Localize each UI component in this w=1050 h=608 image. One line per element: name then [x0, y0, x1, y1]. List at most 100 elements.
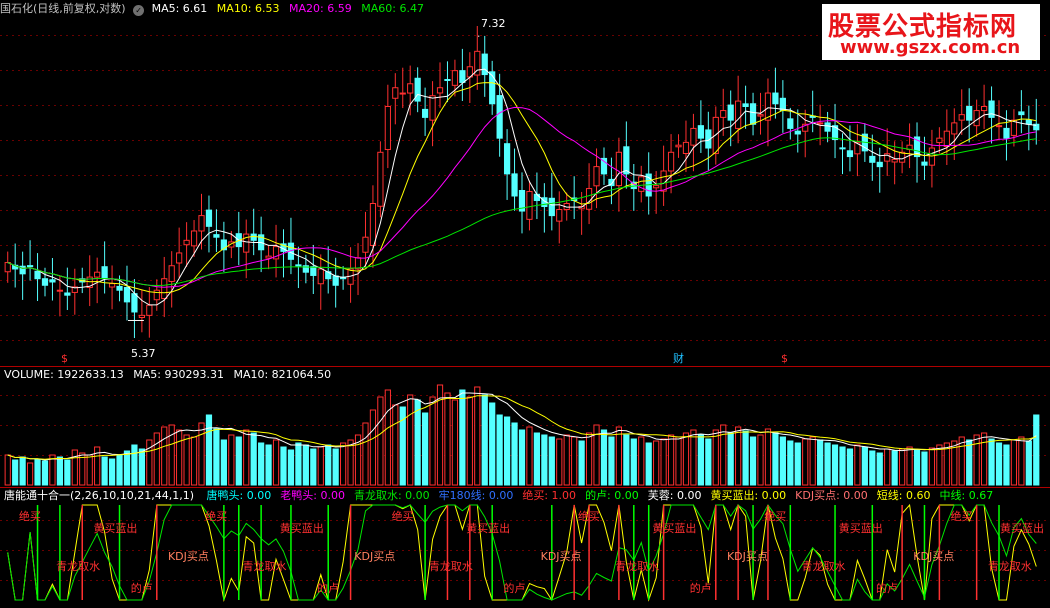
candle-body: [138, 314, 145, 318]
candle-body: [146, 304, 153, 316]
volume-bar: [690, 429, 697, 486]
candle-body: [116, 285, 123, 291]
volume-bar: [131, 444, 138, 486]
candle-body: [407, 83, 414, 94]
volume-bar: [518, 429, 526, 486]
volume-bar: [34, 458, 41, 486]
volume-bar: [712, 429, 719, 486]
candle-body: [190, 230, 198, 247]
volume-bar: [876, 452, 883, 486]
volume-bar: [4, 454, 11, 486]
candle-body: [928, 147, 936, 166]
price-panel-header: 国石化(日线,前复权,对数) ✓ MA5: 6.61 MA10: 6.53 MA…: [0, 2, 424, 16]
signal-label: 黄买蓝出: [1000, 522, 1044, 535]
volume-bar: [317, 446, 324, 486]
volume-bar: [213, 428, 220, 486]
volume-bar: [928, 447, 936, 486]
volume-bar: [936, 444, 943, 486]
signal-label: 绝买: [764, 510, 787, 523]
candle-body: [168, 265, 175, 282]
ma20-legend: MA20: 6.59: [289, 2, 352, 15]
candle-body: [131, 293, 138, 313]
volume-bar: [921, 451, 928, 486]
candle-body: [720, 110, 727, 118]
volume-bar: [802, 438, 809, 486]
indicator-legend-item: 青龙取水: 0.00: [353, 489, 430, 502]
candle-body: [548, 197, 555, 217]
candle-body: [41, 278, 49, 286]
dividend-marker[interactable]: $: [61, 352, 68, 366]
candle-body: [638, 176, 645, 192]
signal-label: 黄买蓝出: [652, 522, 697, 535]
candle-body: [876, 161, 883, 168]
volume-bar: [459, 389, 466, 486]
candle-body: [64, 292, 71, 296]
stock-title: 国石化(日线,前复权,对数): [0, 2, 126, 15]
volume-bar: [958, 436, 965, 486]
ma5-legend: MA5: 6.61: [151, 2, 208, 15]
volume-bar: [481, 394, 488, 486]
candle-body: [1003, 127, 1010, 139]
candle-body: [153, 289, 160, 301]
volume-bar: [735, 426, 742, 486]
candle-body: [429, 95, 436, 121]
candle-body: [399, 92, 406, 95]
volume-bar: [854, 444, 861, 486]
volume-bar: [899, 448, 906, 486]
volume-bar: [250, 432, 257, 486]
candle-body: [392, 87, 399, 99]
volume-bar: [138, 448, 145, 486]
candle-body: [846, 150, 854, 158]
candle-body: [198, 215, 205, 232]
candle-body: [667, 151, 675, 172]
volume-bar: [503, 416, 511, 486]
candle-body: [1025, 119, 1032, 125]
candle-body: [496, 95, 503, 139]
volume-bar: [12, 459, 19, 486]
chart-canvas: [0, 25, 1050, 602]
volume-bar: [1033, 414, 1040, 486]
candle-body: [958, 114, 965, 121]
volume-bar: [794, 442, 801, 486]
candle-body: [869, 155, 876, 163]
volume-bar: [369, 409, 377, 486]
candle-body: [615, 151, 623, 187]
indicator-name: 唐能通十合一(2,26,10,10,21,44,1,1): [4, 489, 195, 502]
candle-body: [459, 70, 466, 83]
settings-circle-icon[interactable]: ✓: [133, 5, 145, 16]
signal-label: 的卢: [503, 582, 526, 595]
candle-body: [839, 147, 846, 150]
volume-bar: [183, 434, 190, 486]
volume-bar: [1003, 444, 1010, 486]
dividend-marker-2[interactable]: $: [781, 352, 788, 366]
candle-body: [675, 144, 682, 148]
volume-bar: [749, 436, 757, 486]
finance-marker[interactable]: 财: [673, 352, 684, 366]
volume-bar: [429, 396, 436, 486]
volume-bar: [176, 429, 183, 486]
volume-bar: [861, 446, 868, 486]
candle-body: [757, 114, 764, 117]
candle-body: [56, 289, 64, 292]
ma60-legend: MA60: 6.47: [361, 2, 424, 15]
volume-bar: [541, 434, 548, 486]
candle-body: [444, 79, 451, 82]
volume-bar: [563, 434, 570, 486]
candle-body: [362, 236, 369, 253]
volume-bar: [824, 442, 831, 486]
signal-label: 青龙取水: [615, 560, 660, 573]
volume-bar: [101, 456, 108, 486]
volume-bar: [265, 444, 272, 486]
candle-body: [1018, 111, 1025, 116]
candle-body: [921, 161, 928, 166]
watermark-logo: 股票公式指标网 www.gszx.com.cn: [822, 4, 1040, 60]
signal-label: 的卢: [317, 582, 340, 595]
signal-label: 的卢: [876, 582, 899, 595]
volume-bar: [116, 454, 123, 486]
candle-body: [995, 125, 1003, 128]
candle-body: [712, 116, 719, 155]
volume-bar: [608, 436, 615, 486]
volume-bar: [653, 440, 660, 486]
indicator-legend-item: 牢180线: 0.00: [438, 489, 514, 502]
volume-bar: [1018, 436, 1025, 486]
